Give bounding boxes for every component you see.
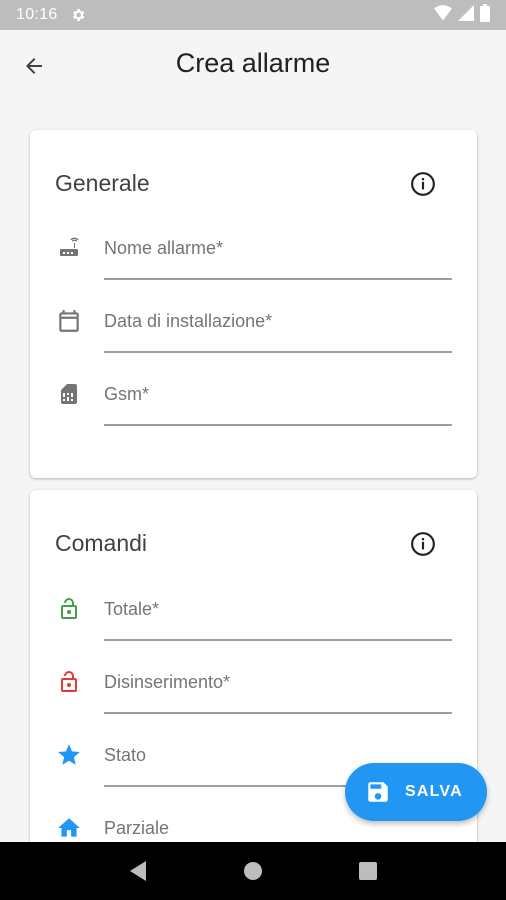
nav-recents-icon[interactable] [348, 851, 388, 891]
status-time: 10:16 [16, 6, 58, 23]
save-icon [365, 779, 391, 805]
sim-card-icon [56, 381, 82, 407]
field-underline [104, 278, 452, 280]
section-generale-card: Generale Nome allarme* Data di installaz… [30, 130, 477, 478]
signal-icon [458, 4, 474, 26]
app-bar: Crea allarme [0, 30, 506, 100]
gear-icon [70, 7, 86, 23]
info-icon[interactable] [409, 530, 437, 558]
router-icon [56, 235, 82, 261]
field-underline [104, 712, 452, 714]
section-title: Generale [55, 170, 150, 196]
star-icon [56, 742, 82, 768]
nav-back-icon[interactable] [118, 851, 158, 891]
calendar-icon [56, 308, 82, 334]
field-nome-allarme[interactable]: Nome allarme* [30, 235, 477, 308]
field-underline [104, 639, 452, 641]
lock-open-icon [56, 596, 82, 622]
info-icon[interactable] [409, 170, 437, 198]
page-title: Crea allarme [175, 48, 331, 78]
field-label: Gsm* [104, 384, 149, 404]
field-label: Nome allarme* [104, 238, 224, 258]
battery-icon [480, 3, 490, 27]
field-data-installazione[interactable]: Data di installazione* [30, 308, 477, 381]
nav-home-icon[interactable] [233, 851, 273, 891]
lock-open-icon [56, 669, 82, 695]
field-label: Stato [104, 745, 147, 765]
field-gsm[interactable]: Gsm* [30, 381, 477, 454]
field-label: Disinserimento* [104, 672, 231, 692]
section-comandi-card: Comandi Totale* Disinserimento* Stato Pa… [30, 490, 477, 890]
section-title: Comandi [55, 530, 148, 556]
field-label: Data di installazione* [104, 311, 273, 331]
status-bar: 10:16 [0, 0, 506, 30]
system-nav-bar [0, 842, 506, 900]
field-totale[interactable]: Totale* [30, 596, 477, 669]
home-icon [56, 815, 82, 841]
field-disinserimento[interactable]: Disinserimento* [30, 669, 477, 742]
wifi-icon [434, 4, 452, 26]
field-underline [104, 424, 452, 426]
save-button[interactable]: SALVA [345, 763, 487, 821]
field-label: Parziale [104, 818, 170, 838]
field-underline [104, 351, 452, 353]
save-button-label: SALVA [405, 783, 463, 800]
field-label: Totale* [104, 599, 160, 619]
